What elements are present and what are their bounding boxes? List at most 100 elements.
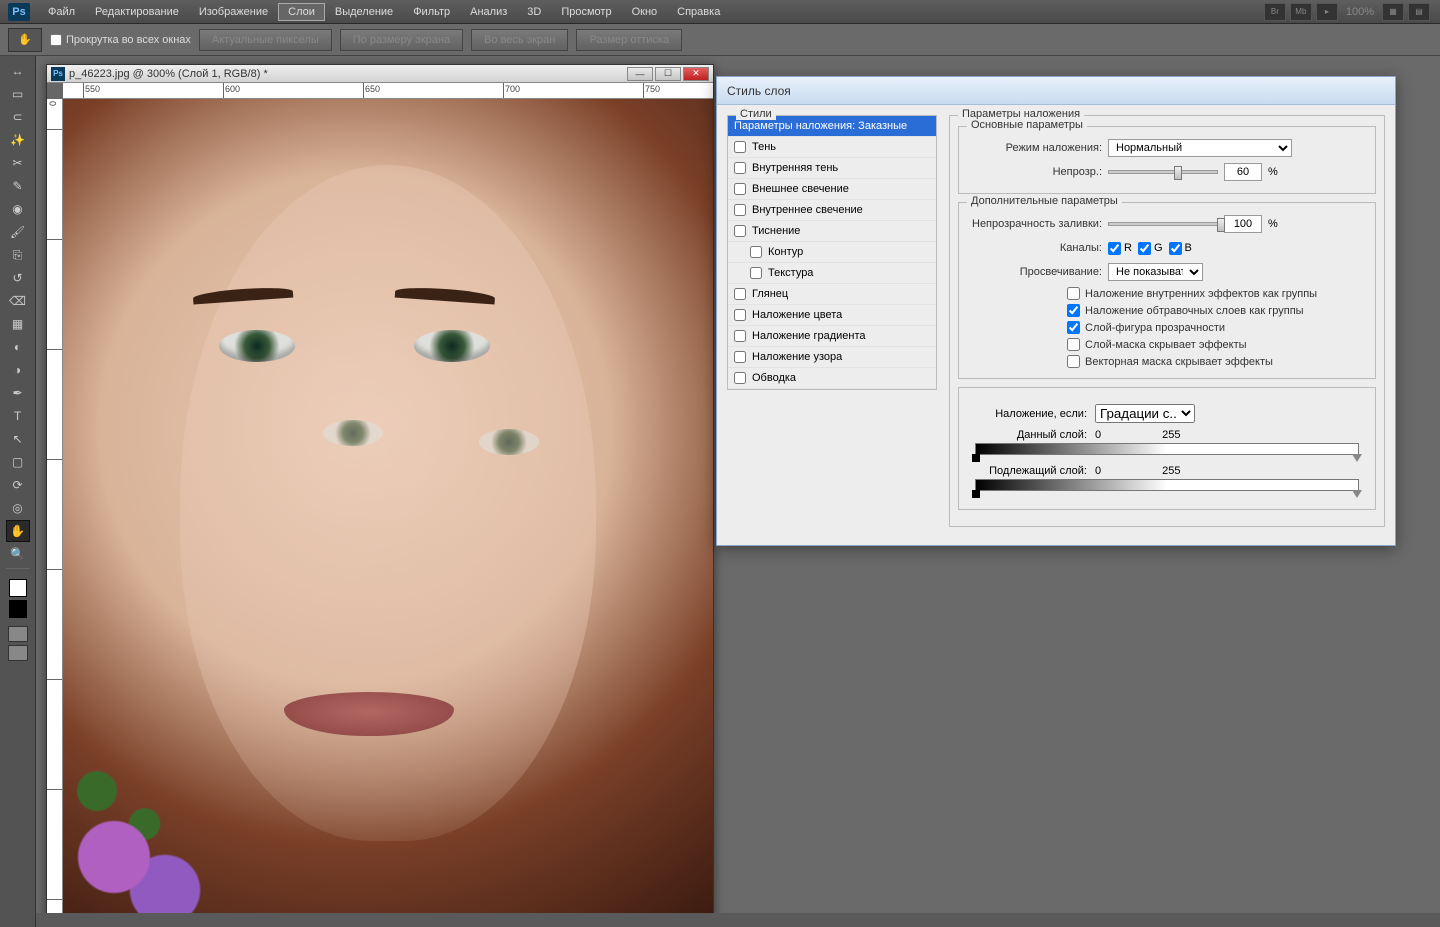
type-tool[interactable]: T [6, 405, 30, 427]
blend-mode-select[interactable]: Нормальный [1108, 139, 1292, 157]
zoom-percentage: 100% [1346, 6, 1374, 18]
ruler-horizontal[interactable]: 550600650700750 [63, 83, 713, 99]
hand-tool[interactable]: ✋ [6, 520, 30, 542]
print-size-button[interactable]: Размер оттиска [576, 29, 682, 51]
menu-анализ[interactable]: Анализ [460, 3, 517, 21]
path-select-tool[interactable]: ↖ [6, 428, 30, 450]
lasso-tool[interactable]: ⊂ [6, 106, 30, 128]
3d-orbit-tool[interactable]: ◎ [6, 497, 30, 519]
spot-heal-tool[interactable]: ◉ [6, 198, 30, 220]
current-tool-icon[interactable]: ✋ [8, 28, 42, 52]
opacity-input[interactable] [1224, 163, 1262, 181]
color-swatches[interactable] [9, 579, 27, 618]
menu-слои[interactable]: Слои [278, 3, 325, 21]
move-tool[interactable]: ↔ [6, 60, 30, 82]
menu-фильтр[interactable]: Фильтр [403, 3, 460, 21]
fill-opacity-label: Непрозрачность заливки: [967, 218, 1102, 230]
menu-файл[interactable]: Файл [38, 3, 85, 21]
this-layer-label: Данный слой: [967, 429, 1087, 441]
channel-g-checkbox[interactable] [1138, 242, 1151, 255]
blendif-select[interactable]: Градации с... [1095, 404, 1195, 423]
quick-mask-icon[interactable] [8, 626, 28, 642]
mb-icon[interactable]: Mb [1290, 3, 1312, 21]
history-brush-tool[interactable]: ↺ [6, 267, 30, 289]
style-row[interactable]: Текстура [728, 263, 936, 284]
3d-rotate-tool[interactable]: ⟳ [6, 474, 30, 496]
blendif-fieldset: Наложение, если: Градации с... Данный сл… [958, 387, 1376, 510]
document-title: p_46223.jpg @ 300% (Слой 1, RGB/8) * [69, 68, 268, 80]
close-button[interactable]: ✕ [683, 67, 709, 81]
style-row[interactable]: Тень [728, 137, 936, 158]
menu-изображение[interactable]: Изображение [189, 3, 278, 21]
menu-справка[interactable]: Справка [667, 3, 730, 21]
menu-окно[interactable]: Окно [622, 3, 668, 21]
dialog-titlebar[interactable]: Стиль слоя [717, 77, 1395, 105]
knockout-select[interactable]: Не показывать [1108, 263, 1203, 281]
minimize-button[interactable]: — [627, 67, 653, 81]
under-layer-label: Подлежащий слой: [967, 465, 1087, 477]
screen-mode-icon[interactable]: ▦ [1382, 3, 1404, 21]
style-row[interactable]: Глянец [728, 284, 936, 305]
style-row[interactable]: Контур [728, 242, 936, 263]
eyedropper-tool[interactable]: ✎ [6, 175, 30, 197]
channel-r-checkbox[interactable] [1108, 242, 1121, 255]
marquee-tool[interactable]: ▭ [6, 83, 30, 105]
adv-check[interactable] [1067, 355, 1080, 368]
document-window: Ps p_46223.jpg @ 300% (Слой 1, RGB/8) * … [46, 64, 714, 924]
style-row[interactable]: Внешнее свечение [728, 179, 936, 200]
zoom-tool[interactable]: 🔍 [6, 543, 30, 565]
canvas[interactable] [63, 99, 713, 923]
fit-screen-button[interactable]: По размеру экрана [340, 29, 463, 51]
maximize-button[interactable]: ☐ [655, 67, 681, 81]
under-layer-blendif-slider[interactable] [975, 479, 1359, 491]
style-row[interactable]: Тиснение [728, 221, 936, 242]
style-row[interactable]: Наложение градиента [728, 326, 936, 347]
basic-params-fieldset: Основные параметры Режим наложения: Норм… [958, 126, 1376, 194]
film-icon[interactable]: ▸ [1316, 3, 1338, 21]
bridge-icon[interactable]: Br [1264, 3, 1286, 21]
style-row[interactable]: Обводка [728, 368, 936, 389]
background-color[interactable] [9, 600, 27, 618]
fill-screen-button[interactable]: Во весь экран [471, 29, 568, 51]
scroll-all-windows-checkbox[interactable]: Прокрутка во всех окнах [50, 34, 191, 46]
crop-tool[interactable]: ✂ [6, 152, 30, 174]
dodge-tool[interactable]: ◑ [6, 359, 30, 381]
menu-просмотр[interactable]: Просмотр [551, 3, 621, 21]
document-titlebar[interactable]: Ps p_46223.jpg @ 300% (Слой 1, RGB/8) * … [47, 65, 713, 83]
menu-выделение[interactable]: Выделение [325, 3, 403, 21]
screen-grid-icon[interactable] [8, 645, 28, 661]
style-row[interactable]: Внутреннее свечение [728, 200, 936, 221]
workspace: Ps p_46223.jpg @ 300% (Слой 1, RGB/8) * … [36, 56, 1440, 927]
pen-tool[interactable]: ✒ [6, 382, 30, 404]
adv-check[interactable] [1067, 321, 1080, 334]
options-bar: ✋ Прокрутка во всех окнах Актуальные пик… [0, 24, 1440, 56]
menu-3d[interactable]: 3D [517, 3, 551, 21]
style-row[interactable]: Наложение узора [728, 347, 936, 368]
tools-panel: ↔▭⊂✨✂✎◉🖌⎘↺⌫▦◐◑✒T↖▢⟳◎✋🔍 [0, 56, 36, 927]
wand-tool[interactable]: ✨ [6, 129, 30, 151]
eraser-tool[interactable]: ⌫ [6, 290, 30, 312]
style-row[interactable]: Наложение цвета [728, 305, 936, 326]
blur-tool[interactable]: ◐ [6, 336, 30, 358]
fill-opacity-input[interactable] [1224, 215, 1262, 233]
rectangle-tool[interactable]: ▢ [6, 451, 30, 473]
menu-редактирование[interactable]: Редактирование [85, 3, 189, 21]
opacity-slider[interactable] [1108, 170, 1218, 174]
brush-tool[interactable]: 🖌 [6, 221, 30, 243]
style-row[interactable]: Внутренняя тень [728, 158, 936, 179]
foreground-color[interactable] [9, 579, 27, 597]
knockout-label: Просвечивание: [967, 266, 1102, 278]
ruler-vertical[interactable]: 0 [47, 99, 63, 923]
adv-check[interactable] [1067, 287, 1080, 300]
adv-check[interactable] [1067, 304, 1080, 317]
opacity-label: Непрозр.: [967, 166, 1102, 178]
gradient-tool[interactable]: ▦ [6, 313, 30, 335]
clone-tool[interactable]: ⎘ [6, 244, 30, 266]
actual-pixels-button[interactable]: Актуальные пикселы [199, 29, 332, 51]
this-layer-blendif-slider[interactable] [975, 443, 1359, 455]
adv-check[interactable] [1067, 338, 1080, 351]
channels-label: Каналы: [967, 242, 1102, 254]
arrange-icon[interactable]: ▤ [1408, 3, 1430, 21]
channel-b-checkbox[interactable] [1169, 242, 1182, 255]
fill-opacity-slider[interactable] [1108, 222, 1218, 226]
